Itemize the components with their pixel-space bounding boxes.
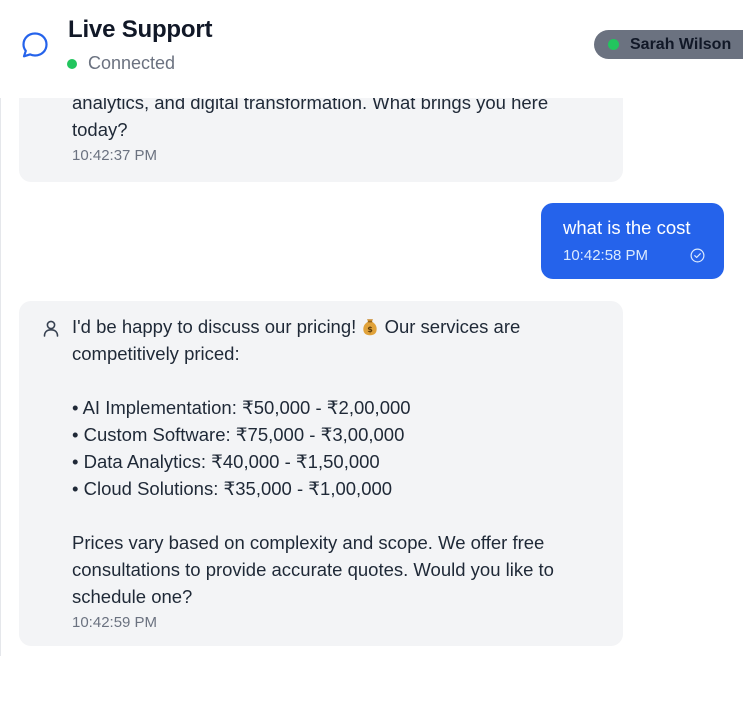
agent-name: Sarah Wilson xyxy=(630,35,732,53)
chat-bubble-icon xyxy=(22,32,48,58)
price-item: • Data Analytics: ₹40,000 - ₹1,50,000 xyxy=(72,451,380,472)
svg-text:$: $ xyxy=(368,325,374,334)
money-bag-icon: $ xyxy=(363,319,378,336)
connection-status: Connected xyxy=(67,53,175,74)
message-outro: Prices vary based on complexity and scop… xyxy=(72,532,554,607)
message-intro: I'd be happy to discuss our pricing! xyxy=(72,316,357,337)
agent-online-icon xyxy=(608,39,619,50)
message-timestamp: 10:42:59 PM xyxy=(72,614,158,631)
agent-badge[interactable]: Sarah Wilson xyxy=(594,30,743,59)
message-timestamp: 10:42:58 PM xyxy=(563,247,649,264)
message-meta: 10:42:58 PM xyxy=(563,247,706,264)
read-check-icon xyxy=(690,248,705,263)
price-item: • AI Implementation: ₹50,000 - ₹2,00,000 xyxy=(72,397,411,418)
online-indicator-icon xyxy=(67,58,77,69)
chat-header: Live Support Connected Sarah Wilson xyxy=(0,0,743,98)
user-icon xyxy=(43,320,59,337)
message-text: what is the cost xyxy=(563,217,691,238)
price-item: • Cloud Solutions: ₹35,000 - ₹1,00,000 xyxy=(72,478,393,499)
page-title: Live Support xyxy=(68,16,213,43)
user-message: what is the cost 10:42:58 PM xyxy=(541,203,724,279)
status-text: Connected xyxy=(88,53,176,73)
bot-message: I'd be happy to discuss our pricing! $ O… xyxy=(19,301,623,646)
chat-window: analytics, and digital transformation. W… xyxy=(0,0,743,718)
message-text: I'd be happy to discuss our pricing! $ O… xyxy=(72,313,603,610)
price-item: • Custom Software: ₹75,000 - ₹3,00,000 xyxy=(72,424,405,445)
message-list[interactable]: analytics, and digital transformation. W… xyxy=(0,0,743,718)
message-timestamp: 10:42:37 PM xyxy=(72,147,158,164)
